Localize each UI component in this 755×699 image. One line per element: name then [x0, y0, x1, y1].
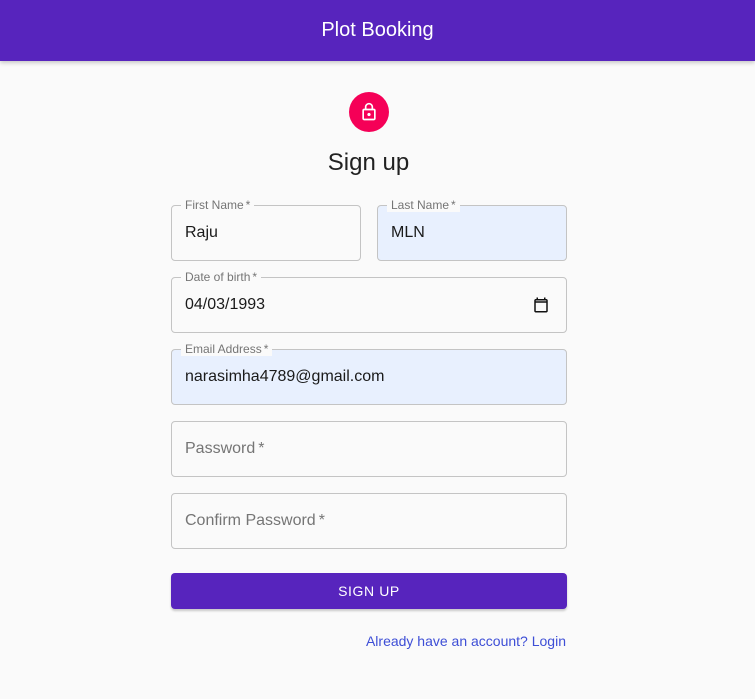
sign-up-button[interactable]: SIGN UP	[171, 573, 567, 609]
date-of-birth-value[interactable]: 04/03/1993	[185, 278, 265, 332]
first-name-value[interactable]: Raju	[185, 206, 218, 260]
app-title: Plot Booking	[321, 19, 434, 41]
lock-icon	[362, 102, 376, 121]
confirm-password-placeholder: Confirm Password *	[185, 512, 325, 529]
calendar-icon[interactable]	[532, 296, 550, 314]
password-field[interactable]: Password *	[171, 421, 567, 477]
last-name-value[interactable]: MLN	[391, 206, 425, 260]
confirm-password-field[interactable]: Confirm Password *	[171, 493, 567, 549]
password-placeholder: Password *	[185, 440, 265, 457]
first-name-field[interactable]: First Name * Raju	[171, 198, 361, 261]
date-of-birth-field[interactable]: Date of birth * 04/03/1993	[171, 270, 567, 333]
login-link[interactable]: Already have an account? Login	[366, 633, 566, 649]
email-value[interactable]: narasimha4789@gmail.com	[185, 350, 384, 404]
email-field[interactable]: Email Address * narasimha4789@gmail.com	[171, 342, 567, 405]
last-name-field[interactable]: Last Name * MLN	[377, 198, 567, 261]
avatar	[349, 92, 389, 132]
app-bar: Plot Booking	[0, 0, 755, 61]
page-title: Sign up	[327, 149, 410, 176]
